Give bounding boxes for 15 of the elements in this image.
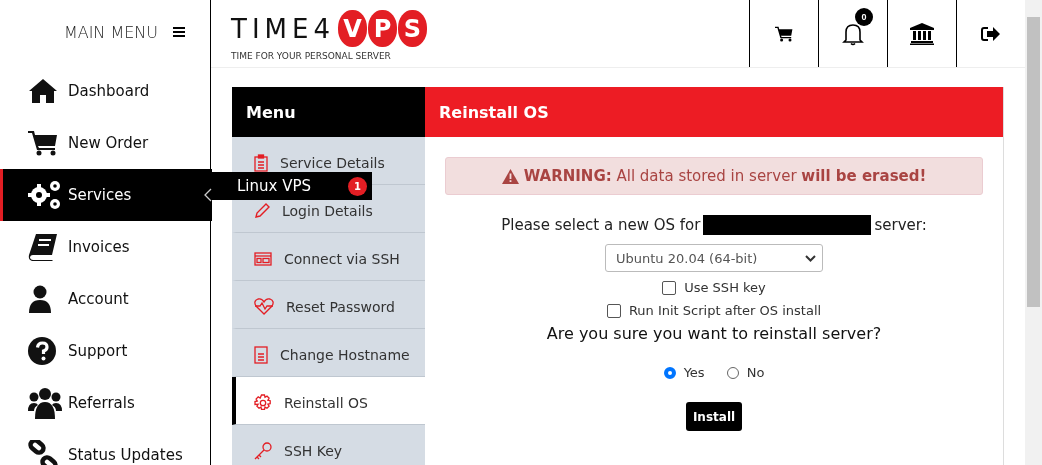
prompt-text: server: (874, 216, 927, 234)
count-badge: 1 (348, 176, 367, 196)
confirm-question: Are you sure you want to reinstall server? (546, 324, 882, 343)
checkbox-label: Use SSH key (684, 280, 766, 295)
notification-count: 0 (855, 8, 873, 26)
checkbox-label: Run Init Script after OS install (628, 303, 822, 318)
panel-title-bar: Reinstall OS (425, 87, 1003, 137)
warning-text: WARNING: All data stored in server will be erased! (523, 167, 927, 185)
radio-label: Yes (683, 365, 705, 380)
menu-heading: Menu (232, 87, 425, 137)
main-menu-title: MAIN MENU (63, 22, 158, 42)
prompt-text: Please select a new OS for (501, 216, 701, 234)
logo-wordmark: TIME4 (231, 13, 335, 44)
radio-label: No (746, 365, 765, 380)
logo-tagline: TIME FOR YOUR PERSONAL SERVER (231, 51, 392, 61)
